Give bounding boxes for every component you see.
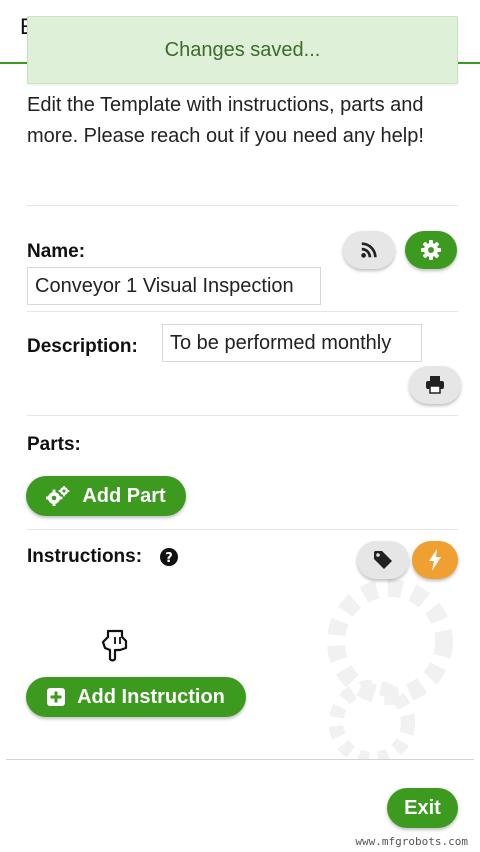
print-button[interactable] (409, 366, 461, 404)
add-part-button[interactable]: Add Part (26, 476, 186, 516)
name-field[interactable]: Conveyor 1 Visual Inspection (27, 267, 321, 305)
plus-square-icon (47, 688, 66, 706)
question-circle-icon[interactable]: ? (159, 547, 179, 567)
add-instruction-button[interactable]: Add Instruction (26, 677, 246, 717)
parts-label: Parts: (27, 434, 81, 455)
bolt-button[interactable] (412, 541, 458, 579)
footer-divider (6, 759, 474, 760)
intro-text: Edit the Template with instructions, par… (27, 94, 424, 147)
exit-button[interactable]: Exit (387, 788, 458, 828)
name-label: Name: (27, 241, 86, 262)
gear-icon (421, 240, 441, 260)
rss-icon (361, 242, 377, 258)
changes-saved-toast: Changes saved... (27, 16, 458, 84)
divider (27, 529, 458, 530)
tag-button[interactable] (357, 541, 409, 579)
rss-button[interactable] (343, 231, 395, 269)
divider (27, 311, 458, 312)
add-part-label: Add Part (82, 484, 166, 507)
watermark-text: www.mfgrobots.com (355, 835, 468, 848)
print-icon (426, 376, 444, 394)
add-instruction-label: Add Instruction (77, 685, 225, 708)
description-field[interactable]: To be performed monthly (162, 324, 422, 362)
instructions-label: Instructions: (27, 546, 143, 567)
pointing-hand-icon (101, 629, 128, 662)
tag-icon (374, 551, 392, 569)
svg-text:?: ? (165, 551, 173, 566)
settings-button[interactable] (405, 231, 457, 269)
description-label: Description: (27, 336, 138, 357)
background-gears-decoration (327, 579, 453, 760)
toast-message: Changes saved... (164, 38, 321, 61)
divider (27, 415, 458, 416)
cogs-icon (46, 486, 70, 506)
bolt-icon (429, 549, 441, 571)
exit-label: Exit (404, 796, 441, 819)
divider (27, 205, 458, 206)
